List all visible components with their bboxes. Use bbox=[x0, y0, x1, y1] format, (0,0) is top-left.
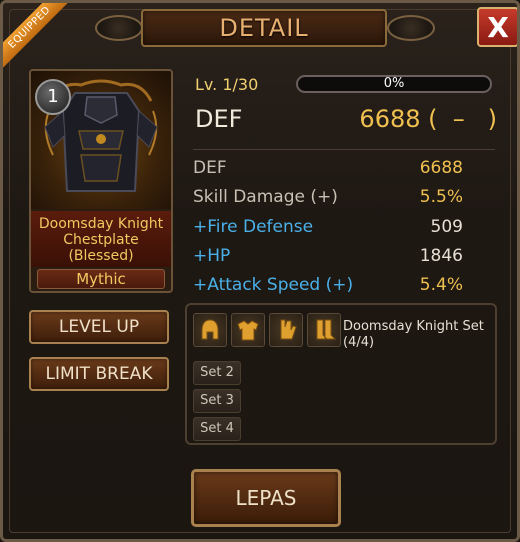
set-4-tag[interactable]: Set 4 bbox=[193, 417, 241, 441]
stat-row-skill-damage: Skill Damage (+) 5.5% bbox=[193, 187, 463, 213]
rarity-badge: Mythic bbox=[37, 269, 165, 289]
stat-value: 5.4% bbox=[419, 275, 463, 295]
helmet-icon[interactable] bbox=[193, 313, 227, 347]
detail-panel: EQUIPPED DETAIL X 1 Doomsday Knight Ches… bbox=[0, 0, 520, 542]
ornament-right-icon bbox=[387, 15, 435, 41]
stat-label: DEF bbox=[193, 158, 227, 178]
stat-label: Skill Damage (+) bbox=[193, 187, 338, 207]
stat-row-fire-defense: +Fire Defense 509 bbox=[193, 217, 463, 243]
stat-value: 5.5% bbox=[419, 187, 463, 207]
stat-label: +Fire Defense bbox=[193, 217, 314, 237]
set-name: Doomsday Knight Set (4/4) bbox=[343, 319, 484, 350]
set-piece-icons bbox=[193, 313, 341, 347]
set-3-tag[interactable]: Set 3 bbox=[193, 389, 241, 413]
stat-row-hp: +HP 1846 bbox=[193, 246, 463, 272]
stat-value: 6688 bbox=[419, 158, 463, 178]
boots-icon[interactable] bbox=[307, 313, 341, 347]
stat-label: +HP bbox=[193, 246, 231, 266]
stat-value: 509 bbox=[430, 217, 463, 237]
item-level-badge: 1 bbox=[35, 79, 71, 115]
limit-break-button[interactable]: LIMIT BREAK bbox=[29, 357, 169, 391]
stats-divider bbox=[193, 149, 495, 150]
stat-value: 1846 bbox=[419, 246, 463, 266]
gloves-icon[interactable] bbox=[269, 313, 303, 347]
item-name-line1: Doomsday Knight bbox=[38, 216, 164, 232]
stat-row-attack-speed: +Attack Speed (+) 5.4% bbox=[193, 275, 463, 301]
item-name: Doomsday Knight Chestplate (Blessed) bbox=[31, 211, 171, 267]
level-text: Lv. 1/30 bbox=[195, 75, 259, 94]
level-up-button[interactable]: LEVEL UP bbox=[29, 310, 169, 344]
exp-progress-bar: 0% bbox=[296, 75, 492, 93]
exp-progress-label: 0% bbox=[383, 76, 405, 91]
set-bonus-panel: Doomsday Knight Set (4/4) Set 2 Set 3 Se… bbox=[185, 303, 497, 445]
main-stat-value: 6688 ( – ) bbox=[359, 105, 497, 133]
stat-label: +Attack Speed (+) bbox=[193, 275, 354, 295]
title-bar: DETAIL bbox=[141, 9, 387, 47]
equipped-ribbon: EQUIPPED bbox=[3, 3, 73, 73]
armor-icon[interactable] bbox=[231, 313, 265, 347]
lepas-button[interactable]: LEPAS bbox=[191, 469, 341, 527]
close-icon: X bbox=[487, 10, 509, 44]
item-name-line3: (Blessed) bbox=[68, 248, 134, 264]
ornament-left-icon bbox=[95, 15, 143, 41]
equipped-label: EQUIPPED bbox=[3, 3, 73, 73]
main-stat-label: DEF bbox=[195, 105, 243, 133]
close-button[interactable]: X bbox=[477, 7, 517, 47]
item-name-line2: Chestplate bbox=[63, 232, 139, 248]
set-2-tag[interactable]: Set 2 bbox=[193, 361, 241, 385]
stat-row-def: DEF 6688 bbox=[193, 158, 463, 184]
page-title: DETAIL bbox=[219, 14, 309, 42]
